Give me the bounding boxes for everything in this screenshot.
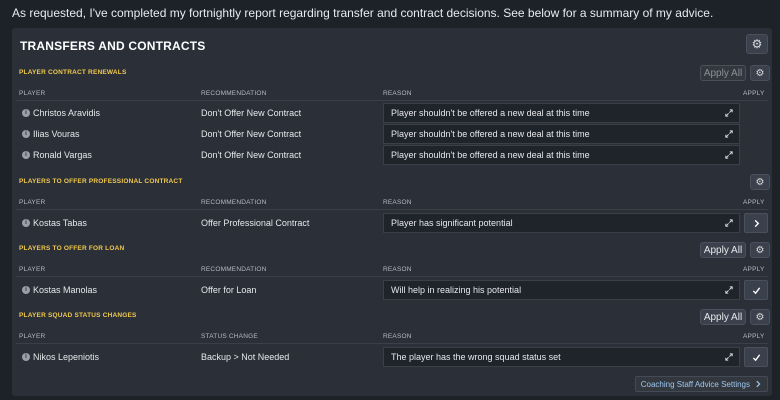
panel-title: TRANSFERS AND CONTRACTS <box>20 39 206 53</box>
col-head-reason: REASON <box>383 266 412 273</box>
expand-icon[interactable] <box>725 130 733 138</box>
divider <box>16 276 768 277</box>
col-head-apply: APPLY <box>743 333 765 340</box>
player-name[interactable]: i Nikos Lepeniotis <box>22 352 99 362</box>
reason-field[interactable]: Player shouldn't be offered a new deal a… <box>383 103 740 123</box>
apply-all-renewals-button[interactable]: Apply All <box>700 65 746 81</box>
player-name[interactable]: i Ilias Vouras <box>22 129 80 139</box>
recommendation-text: Don't Offer New Contract <box>201 150 302 160</box>
col-head-reason: REASON <box>383 90 412 97</box>
col-head-apply: APPLY <box>743 266 765 273</box>
divider <box>16 343 768 344</box>
reason-field[interactable]: Player shouldn't be offered a new deal a… <box>383 124 740 144</box>
panel-settings-gear-icon[interactable]: ⚙ <box>746 34 768 54</box>
loan-settings-gear-icon[interactable]: ⚙ <box>750 242 770 258</box>
apply-check-icon[interactable] <box>744 347 768 367</box>
player-name[interactable]: i Christos Aravidis <box>22 108 100 118</box>
info-icon: i <box>22 130 30 138</box>
recommendation-text: Don't Offer New Contract <box>201 129 302 139</box>
recommendation-text: Offer Professional Contract <box>201 218 310 228</box>
col-head-reason: REASON <box>383 333 412 340</box>
col-head-player: PLAYER <box>19 199 46 206</box>
apply-chevron-right-icon[interactable] <box>744 213 768 233</box>
section-title-offer-for-loan: PLAYERS TO OFFER FOR LOAN <box>19 245 125 252</box>
col-head-player: PLAYER <box>19 266 46 273</box>
squad-settings-gear-icon[interactable]: ⚙ <box>750 309 770 325</box>
col-head-player: PLAYER <box>19 333 46 340</box>
chevron-right-icon <box>756 380 761 388</box>
info-icon: i <box>22 109 30 117</box>
col-head-apply: APPLY <box>743 199 765 206</box>
renewals-settings-gear-icon[interactable]: ⚙ <box>750 65 770 81</box>
col-head-apply: APPLY <box>743 90 765 97</box>
reason-field[interactable]: The player has the wrong squad status se… <box>383 347 740 367</box>
divider <box>16 209 768 210</box>
apply-all-squad-button[interactable]: Apply All <box>700 309 746 325</box>
info-icon: i <box>22 286 30 294</box>
reason-field[interactable]: Will help in realizing his potential <box>383 280 740 300</box>
col-head-player: PLAYER <box>19 90 46 97</box>
col-head-recommendation: RECOMMENDATION <box>201 199 267 206</box>
info-icon: i <box>22 151 30 159</box>
divider <box>16 100 768 101</box>
player-name[interactable]: i Ronald Vargas <box>22 150 92 160</box>
section-title-professional-contract: PLAYERS TO OFFER PROFESSIONAL CONTRACT <box>19 178 183 185</box>
expand-icon[interactable] <box>725 109 733 117</box>
apply-all-loan-button[interactable]: Apply All <box>700 242 746 258</box>
professional-settings-gear-icon[interactable]: ⚙ <box>750 174 770 190</box>
status-change-text: Backup > Not Needed <box>201 352 290 362</box>
player-name[interactable]: i Kostas Tabas <box>22 218 87 228</box>
transfers-contracts-panel: TRANSFERS AND CONTRACTS ⚙ PLAYER CONTRAC… <box>12 28 772 396</box>
expand-icon[interactable] <box>725 286 733 294</box>
col-head-recommendation: RECOMMENDATION <box>201 90 267 97</box>
player-name[interactable]: i Kostas Manolas <box>22 285 97 295</box>
reason-field[interactable]: Player has significant potential <box>383 213 740 233</box>
info-icon: i <box>22 353 30 361</box>
col-head-reason: REASON <box>383 199 412 206</box>
section-title-contract-renewals: PLAYER CONTRACT RENEWALS <box>19 69 127 76</box>
reason-field[interactable]: Player shouldn't be offered a new deal a… <box>383 145 740 165</box>
expand-icon[interactable] <box>725 219 733 227</box>
col-head-status-change: STATUS CHANGE <box>201 333 258 340</box>
expand-icon[interactable] <box>725 151 733 159</box>
apply-check-icon[interactable] <box>744 280 768 300</box>
info-icon: i <box>22 219 30 227</box>
coaching-staff-advice-settings-link[interactable]: Coaching Staff Advice Settings <box>634 376 768 392</box>
recommendation-text: Don't Offer New Contract <box>201 108 302 118</box>
recommendation-text: Offer for Loan <box>201 285 257 295</box>
expand-icon[interactable] <box>725 353 733 361</box>
intro-message: As requested, I've completed my fortnigh… <box>12 6 714 20</box>
section-title-squad-status: PLAYER SQUAD STATUS CHANGES <box>19 312 137 319</box>
col-head-recommendation: RECOMMENDATION <box>201 266 267 273</box>
